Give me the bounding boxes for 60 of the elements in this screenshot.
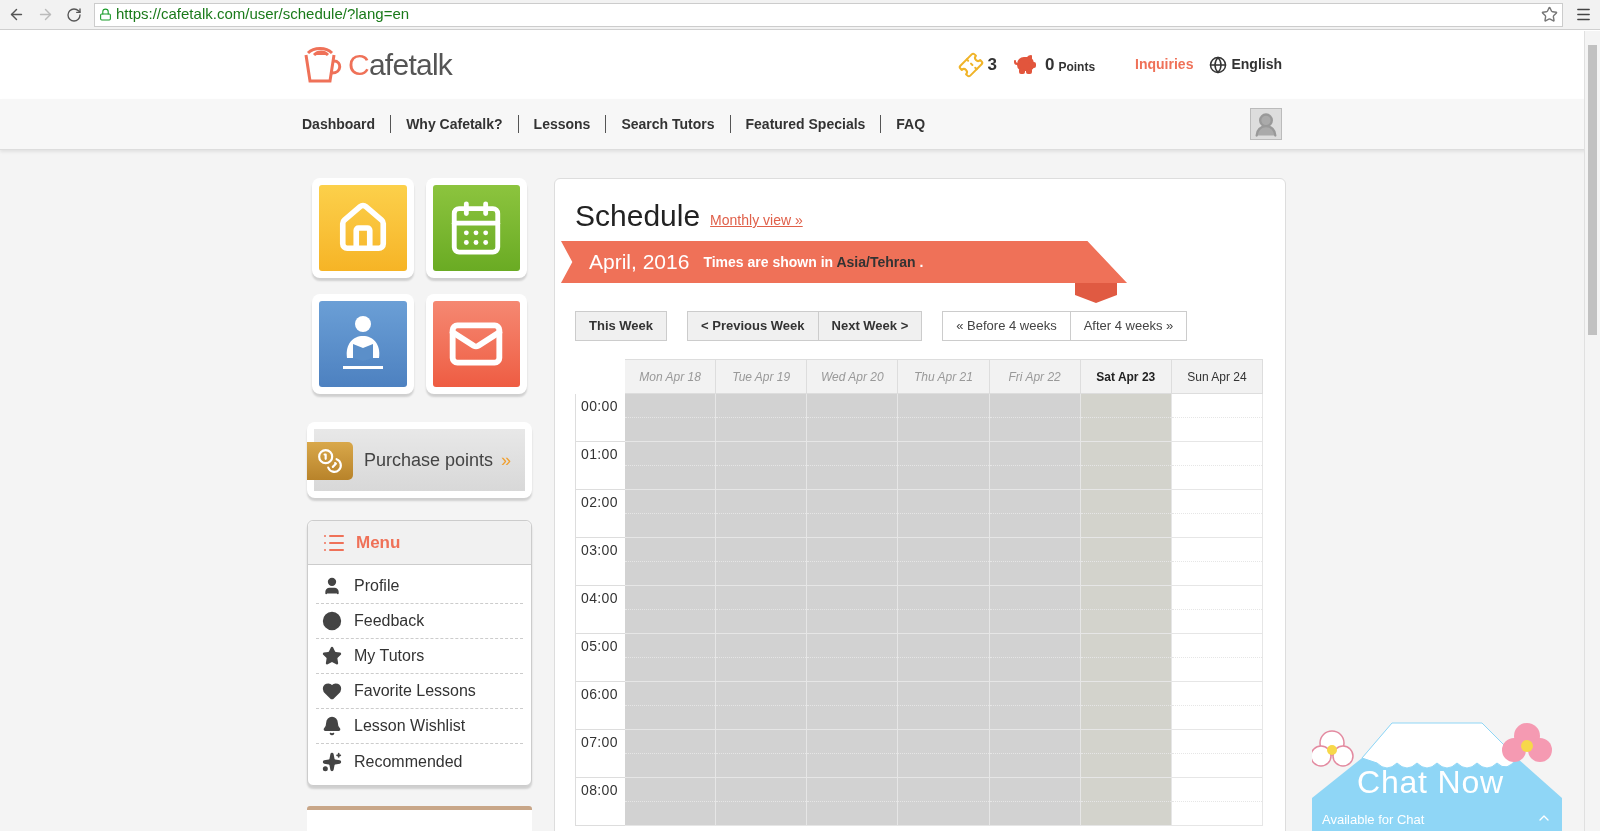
logo-text[interactable]: Cafetalk: [348, 42, 453, 87]
after-4-weeks-button[interactable]: After 4 weeks »: [1070, 311, 1188, 341]
nav-link[interactable]: Lessons: [533, 113, 591, 135]
nav-link[interactable]: Search Tutors: [621, 113, 715, 135]
menu-item[interactable]: My Tutors: [354, 644, 425, 668]
month-label: April, 2016: [589, 249, 690, 276]
back-icon[interactable]: [8, 6, 25, 23]
language-selector[interactable]: English: [1231, 54, 1282, 75]
chat-status: Available for Chat: [1322, 811, 1425, 829]
points-label: Points: [1058, 58, 1096, 76]
this-week-button[interactable]: This Week: [575, 311, 668, 341]
next-week-button[interactable]: Next Week >: [818, 311, 923, 341]
nav-link[interactable]: Dashboard: [302, 113, 376, 135]
menu-item[interactable]: Feedback: [354, 609, 425, 633]
lessons-tile[interactable]: [319, 301, 407, 387]
lock-icon: [99, 8, 112, 21]
points-value: 0: [1044, 53, 1055, 76]
day-header: Wed Apr 20: [807, 359, 899, 394]
previous-week-button[interactable]: < Previous Week: [687, 311, 819, 341]
day-header: Fri Apr 22: [989, 359, 1081, 394]
monthly-view-link[interactable]: Monthly view »: [710, 210, 803, 231]
before-4-weeks-button[interactable]: « Before 4 weeks: [942, 311, 1071, 341]
chat-now-title: Chat Now: [1357, 766, 1504, 798]
bookmark-star-icon[interactable]: [1541, 6, 1558, 23]
menu-icon[interactable]: [1575, 6, 1592, 23]
avatar[interactable]: [1250, 108, 1282, 140]
nav-link[interactable]: Why Cafetalk?: [406, 113, 503, 135]
day-header: Sun Apr 24: [1171, 359, 1263, 394]
piggy-bank-icon: [1012, 52, 1037, 77]
url-text: https://cafetalk.com/user/schedule/?lang=en: [116, 4, 410, 25]
day-header: Mon Apr 18: [625, 359, 717, 394]
ribbon-fold: [1075, 283, 1117, 303]
bell-icon: [322, 716, 342, 736]
menu-item[interactable]: Recommended: [354, 749, 463, 774]
star-icon: [322, 646, 342, 666]
reload-icon[interactable]: [66, 6, 82, 23]
ticket-count: 3: [987, 53, 997, 76]
forward-icon[interactable]: [37, 6, 54, 23]
day-header: Thu Apr 21: [898, 359, 990, 394]
day-header: Tue Apr 19: [716, 359, 808, 394]
menu-title: Menu: [356, 531, 401, 554]
timezone-note: Times are shown in Asia/Tehran .: [703, 252, 924, 272]
heart-icon: [322, 681, 342, 701]
menu-item[interactable]: Favorite Lessons: [354, 679, 476, 703]
menu-item[interactable]: Profile: [354, 574, 400, 598]
nav-link[interactable]: Featured Specials: [745, 113, 866, 135]
person-icon: [322, 576, 342, 596]
home-tile[interactable]: [319, 185, 407, 271]
day-header: Sat Apr 23: [1080, 359, 1172, 394]
calendar-tile[interactable]: [432, 185, 520, 271]
scrollbar[interactable]: [1584, 31, 1600, 831]
mail-tile[interactable]: [432, 301, 520, 387]
address-bar[interactable]: https://cafetalk.com/user/schedule/?lang=en: [94, 2, 1563, 27]
nav-link[interactable]: FAQ: [896, 113, 926, 135]
schedule-title: Schedule: [575, 201, 701, 231]
cup-icon[interactable]: [302, 44, 344, 85]
coins-icon: [317, 448, 343, 474]
purchase-points-button[interactable]: Purchase points »: [307, 422, 532, 498]
menu-item[interactable]: Lesson Wishlist: [354, 714, 466, 738]
globe-icon[interactable]: [1209, 55, 1228, 74]
